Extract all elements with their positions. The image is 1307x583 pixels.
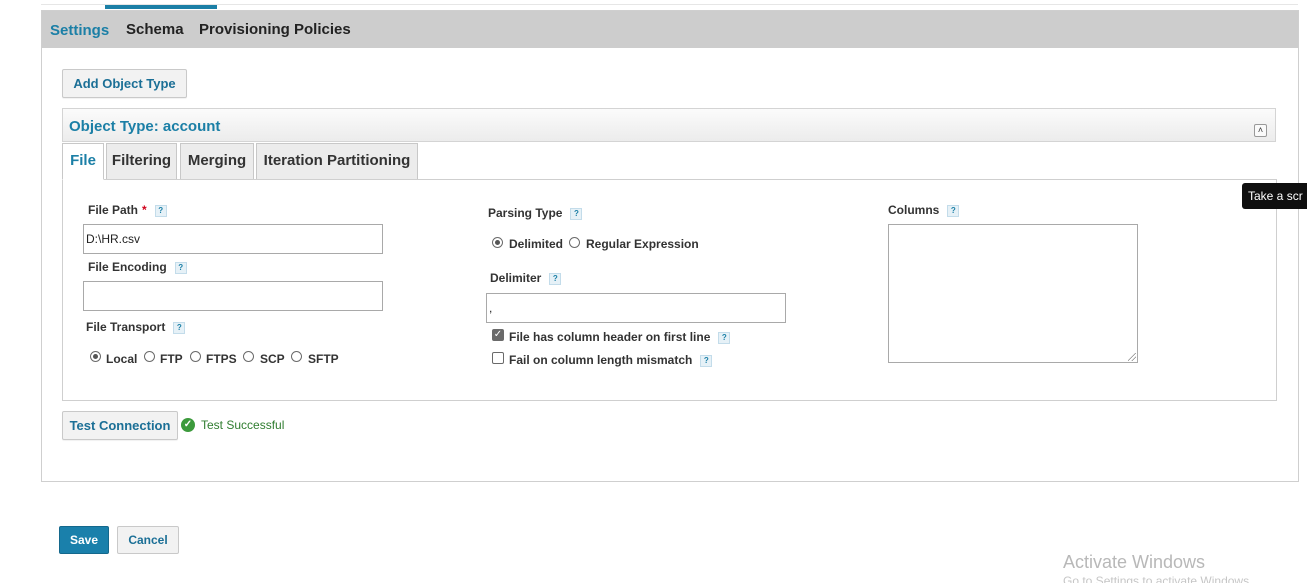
parsing-regex-radio[interactable] [569, 237, 580, 248]
file-encoding-input[interactable] [83, 281, 383, 311]
help-icon[interactable]: ? [549, 272, 562, 285]
file-transport-label: File Transport? [86, 320, 186, 334]
transport-ftp-radio[interactable] [144, 351, 155, 362]
transport-ftp-label: FTP [160, 352, 183, 366]
active-nav-indicator [105, 5, 217, 9]
application-form: Settings Schema Provisioning Policies Ad… [41, 10, 1299, 482]
required-marker: * [142, 203, 147, 217]
top-divider [41, 4, 1298, 5]
help-icon[interactable]: ? [174, 261, 187, 274]
help-icon[interactable]: ? [154, 204, 167, 217]
collapse-icon[interactable]: ˄ [1254, 124, 1267, 137]
add-object-type-button[interactable]: Add Object Type [62, 69, 187, 98]
subtab-merging[interactable]: Merging [180, 143, 254, 180]
help-icon[interactable]: ? [718, 331, 731, 344]
transport-local-radio[interactable] [90, 351, 101, 362]
tab-provisioning-policies[interactable]: Provisioning Policies [199, 21, 351, 38]
transport-sftp-radio[interactable] [291, 351, 302, 362]
object-type-header: Object Type: account ˄ [62, 108, 1276, 142]
delimiter-label: Delimiter? [490, 271, 562, 285]
activate-windows-subtitle: Go to Settings to activate Windows. [1063, 574, 1253, 583]
subtab-filtering[interactable]: Filtering [106, 143, 177, 180]
transport-ftps-radio[interactable] [190, 351, 201, 362]
help-icon[interactable]: ? [173, 321, 186, 334]
subtab-iteration-partitioning[interactable]: Iteration Partitioning [256, 143, 418, 180]
test-connection-button[interactable]: Test Connection [62, 411, 178, 440]
delimiter-input[interactable]: , [486, 293, 786, 323]
tab-schema[interactable]: Schema [126, 21, 184, 38]
tab-settings[interactable]: Settings [50, 22, 109, 39]
file-encoding-label: File Encoding? [88, 260, 187, 274]
file-path-input[interactable]: D:\HR.csv [83, 224, 383, 254]
transport-scp-radio[interactable] [243, 351, 254, 362]
help-icon[interactable]: ? [700, 354, 713, 367]
parsing-type-label: Parsing Type? [488, 206, 583, 220]
top-navigation: Settings Schema Provisioning Policies [42, 11, 1298, 48]
length-mismatch-label: Fail on column length mismatch? [509, 353, 713, 367]
transport-sftp-label: SFTP [308, 352, 339, 366]
columns-label: Columns? [888, 203, 960, 217]
cancel-button[interactable]: Cancel [117, 526, 179, 554]
column-header-checkbox[interactable]: ✓ [492, 329, 504, 341]
resize-grip-icon[interactable] [1128, 353, 1136, 361]
help-icon[interactable]: ? [570, 207, 583, 220]
success-check-icon: ✓ [181, 418, 195, 432]
transport-scp-label: SCP [260, 352, 285, 366]
file-path-label: File Path *? [88, 203, 167, 217]
parsing-regex-label: Regular Expression [586, 237, 699, 251]
screenshot-tooltip: Take a scr [1242, 183, 1307, 209]
transport-local-label: Local [106, 352, 138, 366]
object-type-title: Object Type: account [69, 118, 221, 135]
save-button[interactable]: Save [59, 526, 109, 554]
activate-windows-title: Activate Windows [1063, 552, 1206, 572]
column-header-label: File has column header on first line? [509, 330, 731, 344]
test-status-text: Test Successful [201, 418, 285, 432]
parsing-delimited-radio[interactable] [492, 237, 503, 248]
parsing-delimited-label: Delimited [509, 237, 564, 251]
columns-textarea[interactable] [888, 224, 1138, 363]
help-icon[interactable]: ? [947, 204, 960, 217]
file-settings-panel: File Path *? D:\HR.csv File Encoding? Fil… [62, 179, 1277, 401]
subtab-file[interactable]: File [62, 143, 104, 180]
transport-ftps-label: FTPS [206, 352, 237, 366]
length-mismatch-checkbox[interactable] [492, 352, 504, 364]
